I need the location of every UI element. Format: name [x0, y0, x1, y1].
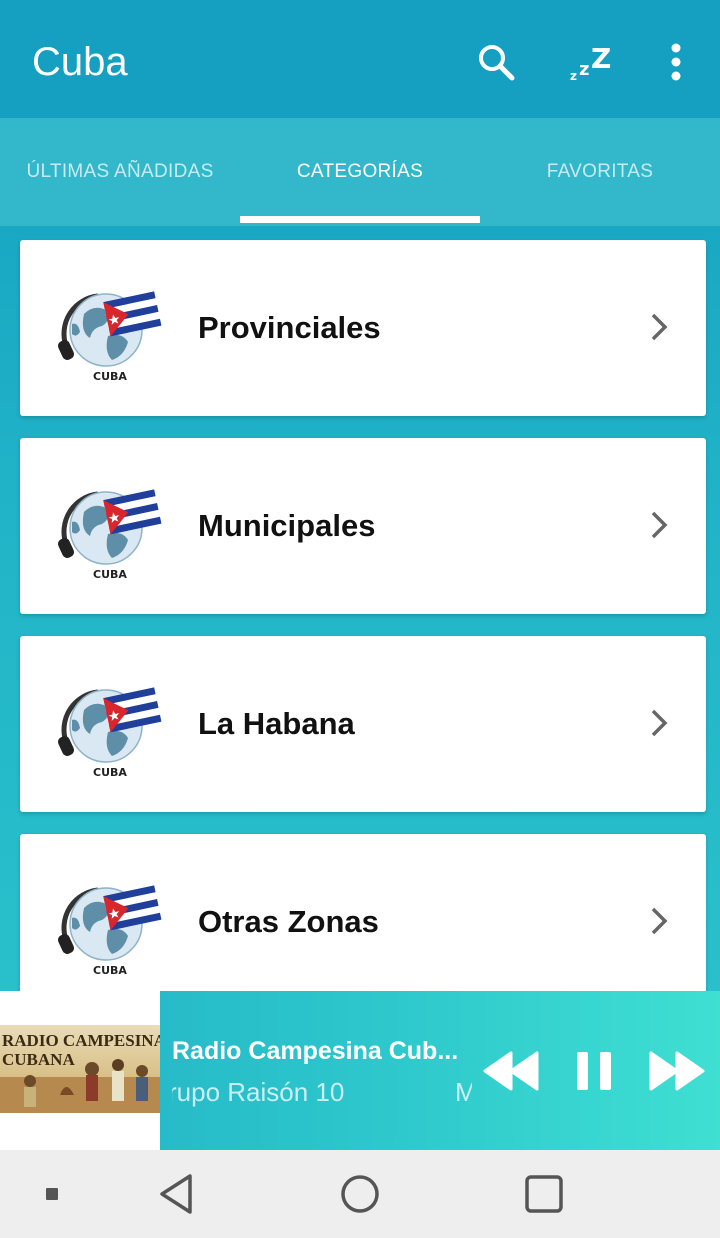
cuba-radio-logo: CUBA [54, 878, 166, 978]
cuba-radio-logo: CUBA [54, 284, 166, 384]
category-label: Provinciales [198, 310, 381, 345]
chevron-right-icon [644, 312, 674, 342]
chevron-right-icon [644, 510, 674, 540]
pause-icon[interactable] [566, 1047, 622, 1095]
cuba-radio-logo: CUBA [54, 680, 166, 780]
artwork-caption-line-2: CUBANA [2, 1050, 75, 1069]
tab-categorias[interactable]: CATEGORÍAS [240, 118, 480, 226]
category-label: Municipales [198, 508, 376, 543]
home-icon[interactable] [334, 1170, 386, 1218]
category-card-provinciales[interactable]: CUBA Provinciales [20, 240, 706, 416]
player-station-title: Radio Campesina Cub... [172, 1037, 459, 1065]
more-vert-icon[interactable] [650, 36, 702, 88]
system-nav-bar [0, 1150, 720, 1238]
app-screen: Cuba z z Z ÚLTIMAS AÑADIDAS CATEGORÍAS F… [0, 0, 720, 1150]
cuba-radio-logo: CUBA [54, 482, 166, 582]
tab-ultimas-anadidas[interactable]: ÚLTIMAS AÑADIDAS [0, 118, 240, 226]
nav-indicator-icon[interactable] [36, 1170, 68, 1218]
tab-bar: ÚLTIMAS AÑADIDAS CATEGORÍAS FAVORITAS [0, 118, 720, 226]
station-artwork[interactable]: RADIO CAMPESINA CUBANA [0, 991, 160, 1150]
artwork-caption-line-1: RADIO CAMPESINA [2, 1031, 160, 1050]
logo-text: CUBA [93, 766, 127, 779]
category-card-otras-zonas[interactable]: CUBA Otras Zonas [20, 834, 706, 1010]
tab-favoritas[interactable]: FAVORITAS [480, 118, 720, 226]
category-card-municipales[interactable]: CUBA Municipales [20, 438, 706, 614]
artwork-caption: RADIO CAMPESINA CUBANA [2, 1031, 160, 1069]
fast-forward-icon[interactable] [646, 1047, 708, 1095]
search-icon[interactable] [470, 36, 522, 88]
player-track-text-next: M [455, 1077, 472, 1107]
player-track-text: rupo Raisón 10 [172, 1077, 345, 1107]
svg-text:z: z [579, 59, 589, 80]
tab-indicator [240, 216, 480, 223]
logo-text: CUBA [93, 370, 127, 383]
svg-text:Z: Z [591, 42, 611, 75]
category-label: La Habana [198, 706, 355, 741]
chevron-right-icon [644, 906, 674, 936]
logo-text: CUBA [93, 568, 127, 581]
sleep-timer-icon[interactable]: z z Z [566, 36, 618, 88]
app-title: Cuba [32, 40, 128, 84]
app-bar: Cuba z z Z [0, 0, 720, 118]
player-track-marquee: rupo Raisón 10 M [172, 1077, 472, 1111]
logo-text: CUBA [93, 964, 127, 977]
mini-player[interactable]: RADIO CAMPESINA CUBANA Radio Campesina C… [0, 991, 720, 1150]
category-label: Otras Zonas [198, 904, 379, 939]
rewind-icon[interactable] [480, 1047, 542, 1095]
category-card-la-habana[interactable]: CUBA La Habana [20, 636, 706, 812]
recents-icon[interactable] [518, 1170, 570, 1218]
station-artwork-image: RADIO CAMPESINA CUBANA [0, 1025, 160, 1113]
back-icon[interactable] [150, 1170, 202, 1218]
chevron-right-icon [644, 708, 674, 738]
svg-text:z: z [570, 69, 577, 83]
